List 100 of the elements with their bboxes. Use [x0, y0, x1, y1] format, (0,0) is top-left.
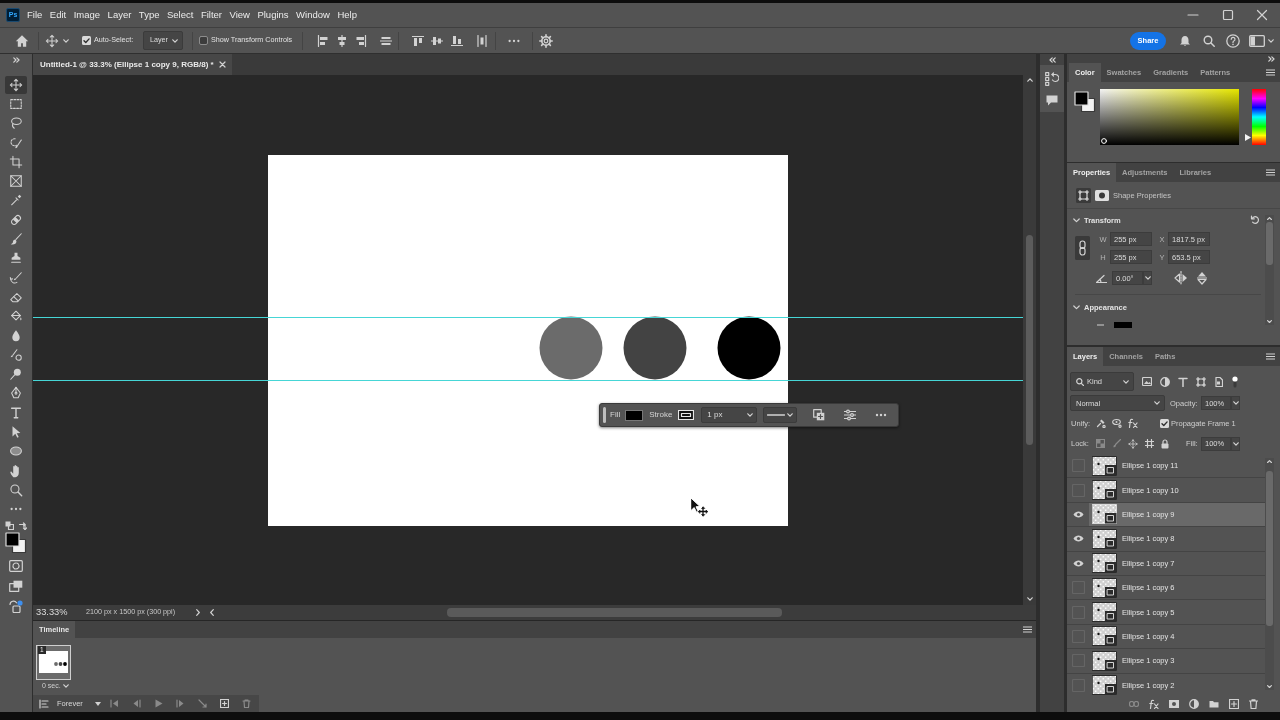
color-swatches-icon[interactable]	[5, 531, 27, 554]
document-tab[interactable]: Untitled-1 @ 33.3% (Ellipse 1 copy 9, RGB/8) *	[33, 54, 232, 75]
diagonal-arrow-icon[interactable]	[197, 699, 207, 708]
menu-item[interactable]: Edit	[49, 9, 67, 21]
color-swatches-icon[interactable]	[1074, 91, 1096, 113]
eye-icon[interactable]	[1072, 559, 1084, 567]
align-top-icon[interactable]	[412, 34, 424, 47]
close-icon[interactable]	[1256, 9, 1268, 21]
maximize-icon[interactable]	[1222, 9, 1234, 21]
menu-item[interactable]: Filter	[200, 9, 222, 21]
image-icon[interactable]	[1142, 377, 1152, 386]
brush-with-circle-icon[interactable]	[9, 347, 23, 362]
play-icon[interactable]	[153, 699, 163, 708]
collapse-icon[interactable]	[13, 57, 20, 63]
scroll-down-icon[interactable]	[1267, 685, 1272, 688]
lock-icon[interactable]	[1161, 438, 1169, 449]
checkerboard-icon[interactable]	[1096, 439, 1105, 448]
zoom-level[interactable]: 33.33%	[36, 606, 86, 619]
half-circle-icon[interactable]	[1189, 699, 1199, 709]
reset-icon[interactable]	[1250, 215, 1260, 225]
stroke-width-field[interactable]: 1 px	[701, 407, 758, 423]
menu-item[interactable]: Plugins	[257, 9, 289, 21]
dropdown-button[interactable]	[1231, 396, 1240, 410]
move-arrows-icon[interactable]	[1128, 438, 1138, 449]
bandage-icon[interactable]	[9, 212, 23, 227]
bars-icon[interactable]	[39, 698, 49, 709]
scrollbar-thumb[interactable]	[1266, 222, 1273, 265]
collapse-icon[interactable]	[1048, 56, 1056, 63]
dropdown-button[interactable]	[1143, 271, 1152, 285]
flip-vertical-icon[interactable]	[1197, 271, 1207, 285]
squares-plus-icon[interactable]	[813, 409, 826, 421]
menu-item[interactable]: File	[27, 9, 43, 21]
crossed-frame-icon[interactable]	[9, 174, 23, 189]
transform-box-icon[interactable]	[1076, 187, 1091, 203]
quick-selection-brush-icon[interactable]	[9, 135, 23, 150]
menu-item[interactable]: Layer	[107, 9, 132, 21]
align-middle-icon[interactable]	[380, 34, 392, 47]
type-icon[interactable]	[9, 405, 23, 420]
overlapping-shapes-icon[interactable]	[9, 599, 23, 613]
plus-square-icon[interactable]	[1229, 699, 1239, 709]
crop-icon[interactable]	[9, 154, 23, 169]
menu-item[interactable]: Window	[296, 9, 330, 21]
panel-menu-icon[interactable]	[1023, 626, 1032, 633]
transform-box-icon[interactable]	[1196, 376, 1206, 387]
mask-icon[interactable]	[1169, 700, 1179, 708]
scroll-up-icon[interactable]	[1026, 78, 1033, 82]
checkbox[interactable]	[199, 36, 208, 45]
scroll-down-icon[interactable]	[1026, 597, 1033, 601]
round-pin-icon[interactable]	[1232, 375, 1238, 388]
menu-item[interactable]: Type	[138, 9, 160, 21]
comment-icon[interactable]	[1046, 95, 1058, 106]
color-field[interactable]	[1100, 89, 1239, 145]
drag-handle-icon[interactable]	[603, 407, 606, 423]
panel-menu-icon[interactable]	[1266, 69, 1275, 76]
sliders-icon[interactable]	[844, 409, 857, 421]
stroke-color-swatch[interactable]	[1114, 322, 1132, 328]
step-back-icon[interactable]	[131, 699, 141, 708]
align-center-icon[interactable]	[336, 34, 348, 47]
eye-link-icon[interactable]	[1112, 418, 1122, 428]
type-icon[interactable]	[1178, 376, 1188, 387]
overlapping-rectangles-icon[interactable]	[9, 579, 23, 592]
scrollbar-thumb[interactable]	[1026, 235, 1033, 445]
half-circle-icon[interactable]	[1160, 376, 1170, 387]
panel-menu-icon[interactable]	[1266, 169, 1275, 176]
chevron-icon[interactable]	[1073, 216, 1080, 224]
flip-horizontal-icon[interactable]	[1174, 271, 1188, 285]
chevron-left-icon[interactable]	[210, 609, 214, 616]
align-right-icon[interactable]	[355, 34, 367, 47]
fx-icon[interactable]	[1149, 699, 1159, 709]
step-forward-icon[interactable]	[175, 699, 185, 708]
link-icon[interactable]	[1075, 236, 1090, 260]
align-left-icon[interactable]	[317, 34, 329, 47]
scroll-up-icon[interactable]	[1267, 460, 1272, 463]
checkbox[interactable]	[82, 36, 91, 45]
trash-icon[interactable]	[241, 699, 251, 708]
scrollbar-thumb[interactable]	[1266, 471, 1273, 626]
search-icon[interactable]	[1203, 34, 1215, 47]
panel-layout-icon[interactable]	[1249, 34, 1265, 47]
drop-icon[interactable]	[9, 328, 23, 343]
menu-item[interactable]: Select	[166, 9, 194, 21]
move-arrows-icon[interactable]	[5, 75, 27, 94]
eyedropper-icon[interactable]	[9, 193, 23, 208]
pen-nib-icon[interactable]	[9, 386, 23, 401]
eye-icon[interactable]	[1072, 510, 1084, 518]
fx-link-icon[interactable]	[1128, 418, 1138, 428]
line-style-dropdown[interactable]	[763, 407, 798, 423]
mask-icon[interactable]	[1095, 189, 1109, 201]
align-vertical-center-icon[interactable]	[431, 34, 443, 47]
align-bottom-icon[interactable]	[451, 34, 463, 47]
eye-icon[interactable]	[1072, 535, 1084, 543]
brush-with-arc-icon[interactable]	[9, 270, 23, 285]
menu-item[interactable]: View	[229, 9, 250, 21]
chevron-icon[interactable]	[1073, 303, 1080, 311]
round-paddle-icon[interactable]	[9, 367, 23, 382]
close-icon[interactable]	[219, 61, 226, 68]
folder-icon[interactable]	[1209, 700, 1219, 708]
pin-link-icon[interactable]	[1096, 418, 1106, 428]
trash-icon[interactable]	[1249, 699, 1258, 709]
ellipse-icon[interactable]	[9, 444, 23, 459]
scroll-up-icon[interactable]	[1267, 217, 1272, 220]
